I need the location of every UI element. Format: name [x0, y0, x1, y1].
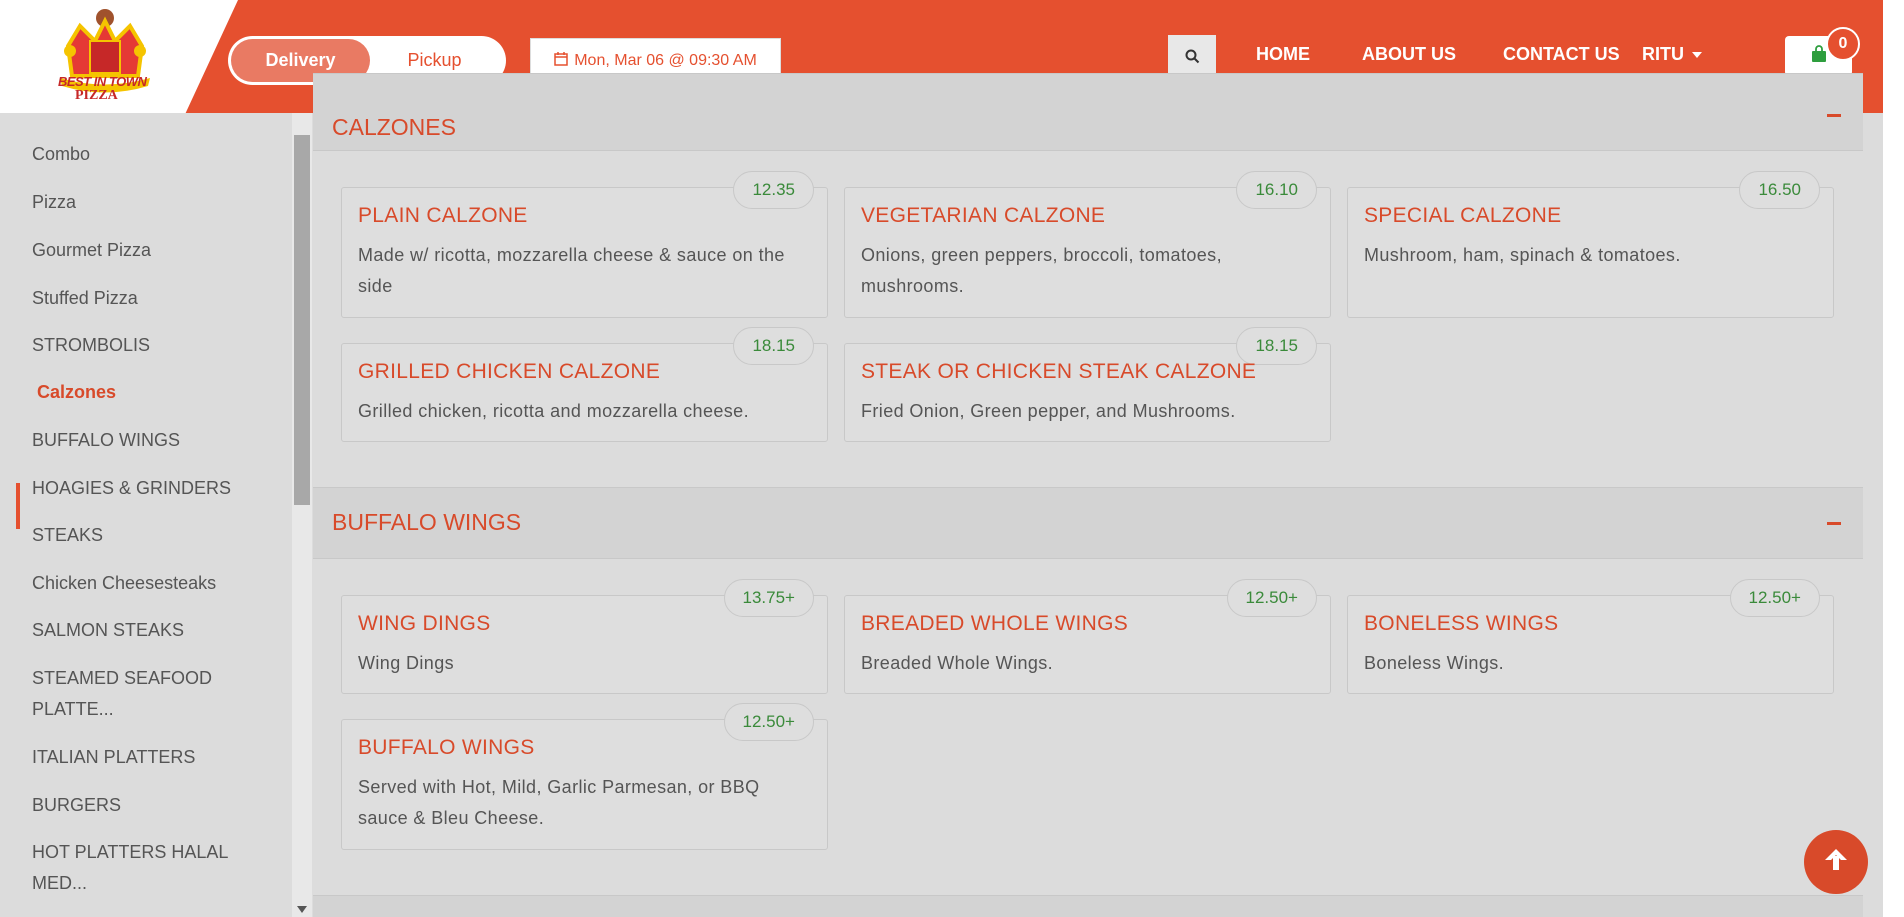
collapse-icon[interactable]: [1827, 114, 1841, 117]
scroll-down-icon[interactable]: [297, 906, 307, 913]
logo-line1: BEST IN TOWN: [58, 74, 147, 89]
sidebar-item-hot-platters[interactable]: HOT PLATTERS HALAL MED...: [32, 837, 242, 899]
item-name: WING DINGS: [358, 612, 491, 635]
item-description: Breaded Whole Wings.: [861, 653, 1054, 673]
sidebar-item-pizza[interactable]: Pizza: [32, 187, 262, 218]
sidebar-item-buffalo-wings[interactable]: BUFFALO WINGS: [32, 425, 262, 456]
datetime-label: Mon, Mar 06 @ 09:30 AM: [574, 52, 757, 69]
sidebar-item-steamed-seafood[interactable]: STEAMED SEAFOOD PLATTE...: [32, 663, 232, 725]
price-badge: 16.50: [1739, 171, 1820, 209]
item-name: BONELESS WINGS: [1364, 612, 1559, 635]
item-description: Grilled chicken, ricotta and mozzarella …: [358, 401, 749, 421]
item-description: Boneless Wings.: [1364, 653, 1505, 673]
sidebar-item-hoagies-grinders[interactable]: HOAGIES & GRINDERS: [32, 473, 262, 504]
sidebar-item-strombolis[interactable]: STROMBOLIS: [32, 330, 262, 361]
sidebar-item-chicken-cheesesteaks[interactable]: Chicken Cheesesteaks: [32, 568, 262, 599]
section-header-next[interactable]: [313, 895, 1863, 917]
sidebar-item-steaks[interactable]: STEAKS: [32, 520, 262, 551]
arrow-up-icon: [1823, 847, 1849, 878]
sidebar-item-burgers[interactable]: BURGERS: [32, 790, 262, 821]
sidebar-item-stuffed-pizza[interactable]: Stuffed Pizza: [32, 283, 262, 314]
chevron-down-icon: [1692, 52, 1702, 59]
active-indicator: [16, 483, 20, 529]
section-header-buffalo-wings[interactable]: BUFFALO WINGS: [313, 487, 1863, 559]
nav-contact[interactable]: CONTACT US: [1503, 44, 1620, 65]
item-description: Onions, green peppers, broccoli, tomatoe…: [861, 245, 1222, 296]
item-name: VEGETARIAN CALZONE: [861, 204, 1106, 227]
price-badge: 12.50+: [1226, 579, 1317, 617]
price-badge: 12.35: [733, 171, 814, 209]
item-name: GRILLED CHICKEN CALZONE: [358, 360, 661, 383]
sidebar-scrollbar[interactable]: [292, 113, 312, 917]
item-description: Wing Dings: [358, 653, 455, 673]
cart-count-badge: 0: [1826, 27, 1860, 61]
menu-item-card[interactable]: 16.50 SPECIAL CALZONE Mushroom, ham, spi…: [1347, 171, 1834, 318]
category-sidebar: Combo Pizza Gourmet Pizza Stuffed Pizza …: [0, 113, 292, 917]
scrollbar-thumb[interactable]: [294, 135, 310, 505]
sidebar-item-italian-platters[interactable]: ITALIAN PLATTERS: [32, 742, 262, 773]
menu-item-card[interactable]: 12.35 PLAIN CALZONE Made w/ ricotta, moz…: [341, 171, 828, 318]
item-name: BREADED WHOLE WINGS: [861, 612, 1129, 635]
item-name: BUFFALO WINGS: [358, 736, 535, 759]
item-name: PLAIN CALZONE: [358, 204, 528, 227]
price-badge: 13.75+: [723, 579, 814, 617]
menu-item-card[interactable]: 18.15 GRILLED CHICKEN CALZONE Grilled ch…: [341, 327, 828, 442]
collapse-icon[interactable]: [1827, 522, 1841, 525]
menu-item-card[interactable]: 18.15 STEAK OR CHICKEN STEAK CALZONE Fri…: [844, 327, 1331, 442]
menu-item-card[interactable]: 13.75+ WING DINGS Wing Dings: [341, 579, 828, 694]
page-edge: [1883, 0, 1904, 917]
price-badge: 12.50+: [1729, 579, 1820, 617]
sidebar-item-combo[interactable]: Combo: [32, 139, 262, 170]
item-description: Served with Hot, Mild, Garlic Parmesan, …: [358, 777, 760, 828]
section-title: CALZONES: [332, 114, 456, 140]
item-name: SPECIAL CALZONE: [1364, 204, 1562, 227]
item-description: Fried Onion, Green pepper, and Mushrooms…: [861, 401, 1236, 421]
menu-item-card[interactable]: 12.50+ BONELESS WINGS Boneless Wings.: [1347, 579, 1834, 694]
menu-item-card[interactable]: 12.50+ BUFFALO WINGS Served with Hot, Mi…: [341, 703, 828, 850]
menu-item-card[interactable]: 12.50+ BREADED WHOLE WINGS Breaded Whole…: [844, 579, 1331, 694]
calendar-icon: [554, 51, 568, 71]
price-badge: 12.50+: [723, 703, 814, 741]
back-to-top-button[interactable]: [1804, 830, 1868, 894]
section-title: BUFFALO WINGS: [332, 509, 522, 535]
user-name: RITU: [1642, 44, 1684, 64]
sidebar-item-gourmet-pizza[interactable]: Gourmet Pizza: [32, 235, 262, 266]
item-description: Made w/ ricotta, mozzarella cheese & sau…: [358, 245, 785, 296]
price-badge: 16.10: [1236, 171, 1317, 209]
nav-about[interactable]: ABOUT US: [1362, 44, 1456, 65]
menu-content: CALZONES 12.35 PLAIN CALZONE Made w/ ric…: [313, 73, 1863, 917]
sidebar-item-salmon-steaks[interactable]: SALMON STEAKS: [32, 615, 262, 646]
logo-line2: PIZZA: [75, 88, 118, 103]
sidebar-item-calzones[interactable]: Calzones: [37, 377, 267, 408]
item-description: Mushroom, ham, spinach & tomatoes.: [1364, 245, 1681, 265]
item-name: STEAK OR CHICKEN STEAK CALZONE: [861, 360, 1257, 383]
section-header-calzones[interactable]: CALZONES: [313, 73, 1863, 151]
shopping-bag-icon: [1810, 44, 1828, 68]
nav-user-menu[interactable]: RITU: [1642, 44, 1702, 65]
search-icon: [1185, 49, 1200, 69]
nav-home[interactable]: HOME: [1256, 44, 1310, 65]
price-badge: 18.15: [733, 327, 814, 365]
menu-item-card[interactable]: 16.10 VEGETARIAN CALZONE Onions, green p…: [844, 171, 1331, 318]
